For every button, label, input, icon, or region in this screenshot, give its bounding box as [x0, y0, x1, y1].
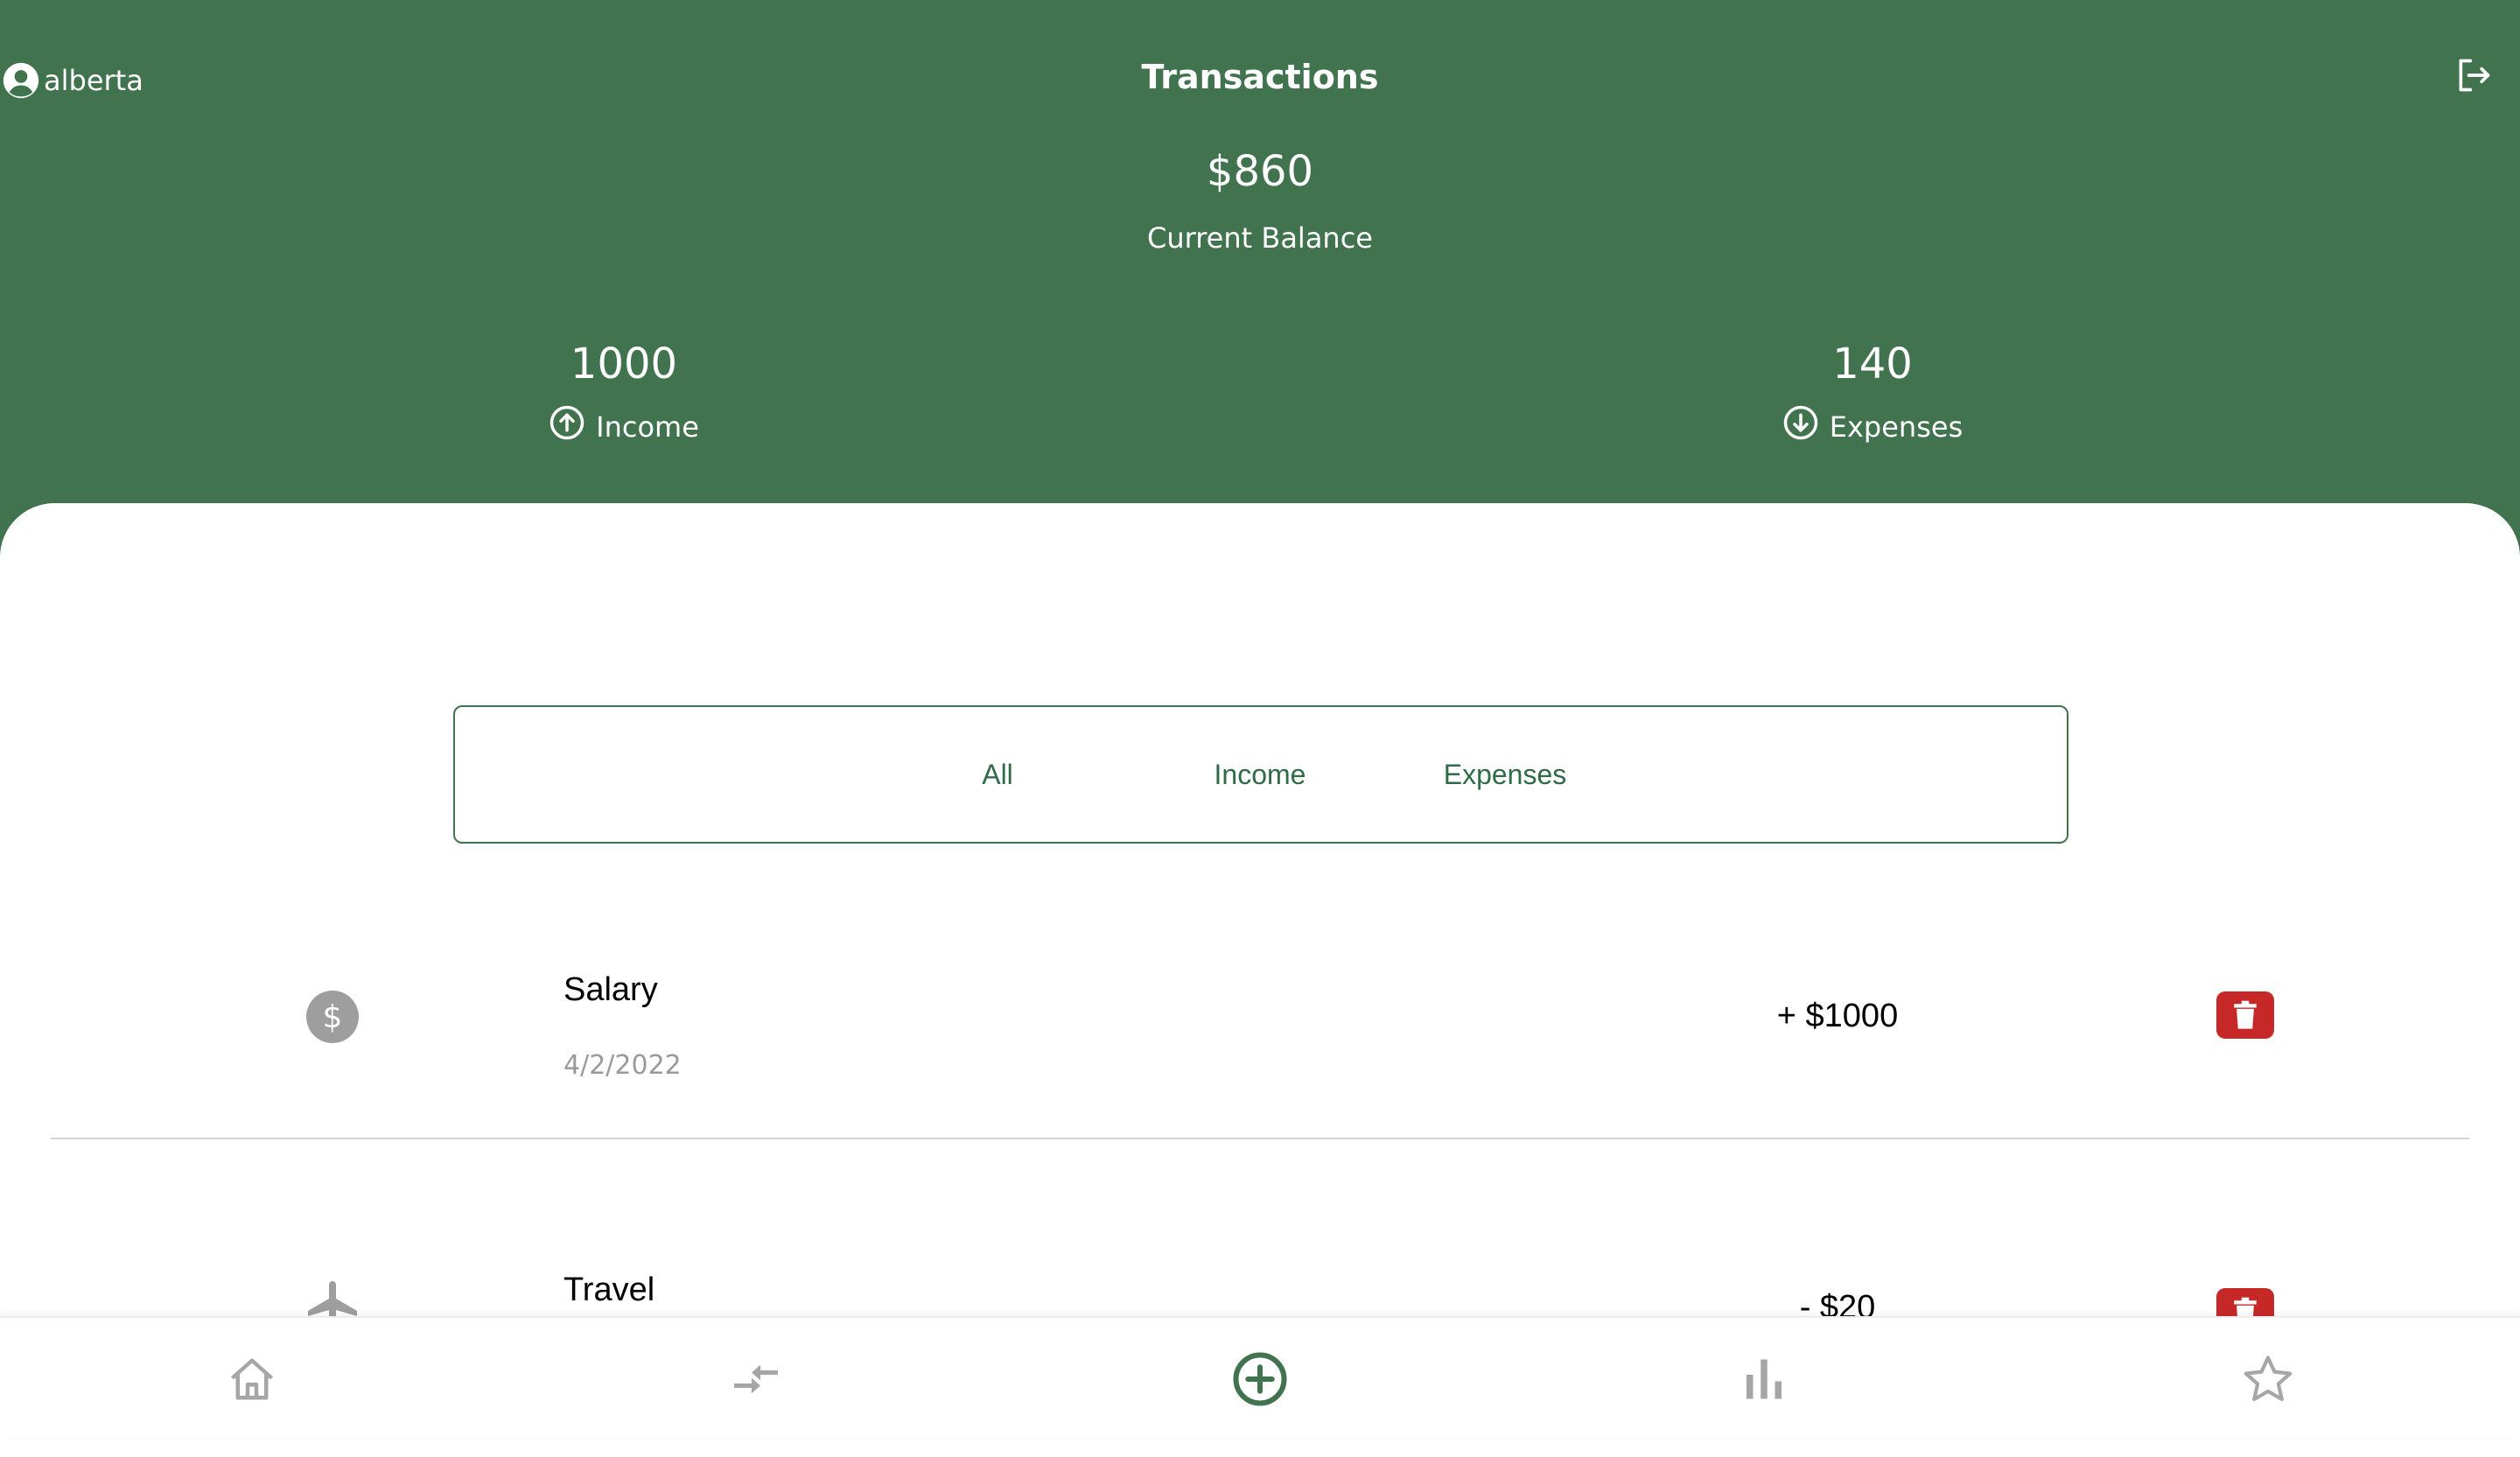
- transaction-date: 4/2/2022: [564, 1050, 682, 1081]
- transaction-name: Travel: [564, 1271, 655, 1308]
- trash-icon: [2232, 1000, 2258, 1030]
- dollar-icon: $: [304, 989, 360, 1045]
- home-icon: [226, 1353, 278, 1405]
- delete-button[interactable]: [2216, 991, 2274, 1039]
- stats-icon: [1738, 1353, 1790, 1405]
- tab-add[interactable]: [1225, 1344, 1295, 1414]
- income-summary: 1000 Income: [449, 337, 799, 444]
- expenses-summary: 140 Expenses: [1698, 337, 2048, 444]
- row-divider: [51, 1138, 2469, 1139]
- balance-amount: $860: [1206, 147, 1314, 196]
- arrow-down-circle-icon: [1782, 405, 1819, 441]
- svg-text:$: $: [323, 999, 343, 1035]
- logout-icon: [2454, 56, 2493, 95]
- tab-stats[interactable]: [1729, 1344, 1799, 1414]
- filter-segmented-control: All Income Expenses: [453, 705, 2068, 844]
- transfers-icon: [730, 1353, 782, 1405]
- tab-favorites[interactable]: [2233, 1344, 2303, 1414]
- expenses-label: Expenses: [1829, 410, 1964, 444]
- income-value: 1000: [570, 340, 678, 389]
- transaction-name: Salary: [564, 971, 658, 1008]
- header: alberta Transactions $860 Current Balanc…: [0, 0, 2520, 560]
- expenses-value: 140: [1832, 340, 1913, 389]
- star-icon: [2241, 1352, 2295, 1406]
- transaction-row[interactable]: $ Salary 4/2/2022 + $1000: [0, 875, 2520, 1164]
- transaction-amount: + $1000: [1776, 998, 1899, 1034]
- filter-tab-expenses[interactable]: Expenses: [1418, 707, 1592, 842]
- tab-transfers[interactable]: [721, 1344, 791, 1414]
- page-title: Transactions: [1141, 58, 1379, 96]
- balance-label: Current Balance: [1147, 221, 1373, 255]
- income-label: Income: [596, 410, 699, 444]
- filter-tab-income[interactable]: Income: [1172, 707, 1348, 842]
- bottom-tab-bar: [0, 1316, 2520, 1439]
- filter-tab-all[interactable]: All: [962, 707, 1032, 842]
- arrow-up-circle-icon: [549, 405, 585, 441]
- logout-button[interactable]: [2454, 56, 2493, 95]
- add-circle-icon: [1231, 1350, 1289, 1408]
- tab-home[interactable]: [217, 1344, 287, 1414]
